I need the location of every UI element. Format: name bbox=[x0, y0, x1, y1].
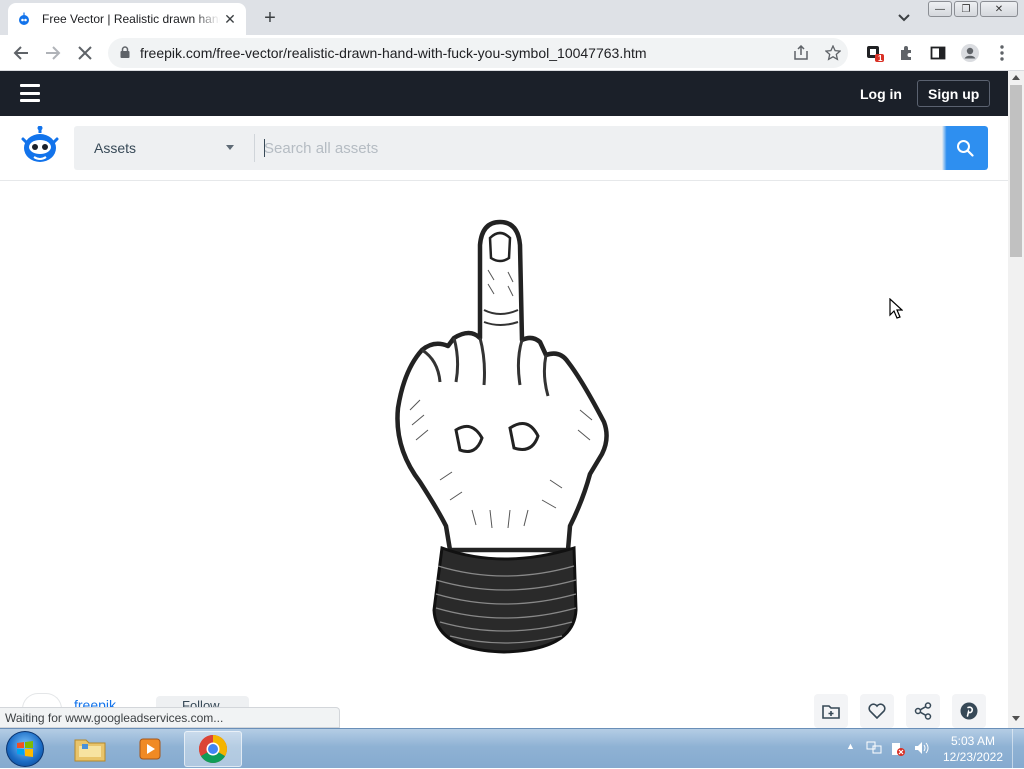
extension-button[interactable]: 1 bbox=[862, 40, 888, 66]
share-nodes-icon bbox=[914, 702, 932, 720]
stop-icon bbox=[78, 46, 92, 60]
extension-badge: 1 bbox=[878, 54, 883, 63]
puzzle-icon bbox=[901, 46, 911, 60]
text-caret bbox=[264, 139, 265, 157]
url-text: freepik.com/free-vector/realistic-drawn-… bbox=[140, 45, 647, 61]
tab-title: Free Vector | Realistic drawn hand wit bbox=[42, 12, 220, 26]
login-button[interactable]: Log in bbox=[852, 81, 910, 107]
folder-icon bbox=[74, 739, 106, 762]
media-player-icon bbox=[139, 738, 161, 760]
profile-avatar-icon bbox=[961, 44, 979, 62]
taskbar-media-player-button[interactable] bbox=[122, 731, 178, 767]
freepik-logo-icon[interactable] bbox=[20, 125, 60, 166]
search-bar: Assets bbox=[74, 126, 988, 170]
add-to-collection-button[interactable] bbox=[814, 694, 848, 728]
search-row: Assets bbox=[0, 116, 1008, 181]
middle-finger-hand-illustration bbox=[395, 219, 609, 654]
bookmark-button[interactable] bbox=[820, 40, 846, 66]
action-center-icon[interactable] bbox=[890, 741, 906, 760]
share-icon bbox=[794, 45, 808, 60]
heart-icon bbox=[868, 703, 886, 719]
search-input[interactable] bbox=[264, 126, 940, 170]
sleeve-cuff bbox=[432, 545, 578, 654]
stop-loading-button[interactable] bbox=[72, 40, 98, 66]
taskbar-chrome-button[interactable] bbox=[184, 731, 242, 767]
browser-tab-strip: Free Vector | Realistic drawn hand wit ✕… bbox=[0, 0, 1024, 35]
windows-logo-icon bbox=[17, 741, 33, 757]
start-button[interactable] bbox=[6, 731, 44, 767]
forward-button[interactable] bbox=[40, 40, 66, 66]
browser-toolbar: freepik.com/free-vector/realistic-drawn-… bbox=[0, 35, 1024, 71]
show-hidden-icons-button[interactable]: ▲ bbox=[846, 741, 855, 751]
folder-plus-icon bbox=[822, 705, 840, 719]
like-button[interactable] bbox=[860, 694, 894, 728]
restore-button[interactable]: ❐ bbox=[954, 1, 978, 17]
profile-button[interactable] bbox=[957, 40, 983, 66]
mouse-cursor-icon bbox=[889, 297, 904, 323]
freepik-favicon-icon bbox=[16, 11, 32, 27]
network-icon[interactable] bbox=[866, 741, 882, 758]
side-panel-icon bbox=[930, 46, 946, 60]
scroll-down-arrow-icon[interactable] bbox=[1012, 716, 1020, 721]
search-submit-button[interactable] bbox=[942, 126, 988, 170]
page-scrollbar[interactable] bbox=[1008, 71, 1024, 728]
pinterest-button[interactable] bbox=[952, 694, 986, 728]
share-button[interactable] bbox=[788, 40, 814, 66]
minimize-button[interactable]: — bbox=[928, 1, 952, 17]
lock-icon bbox=[120, 45, 130, 61]
star-icon bbox=[825, 45, 841, 61]
windows-taskbar: ▲ 5:03 AM 12/23/2022 bbox=[0, 728, 1024, 769]
search-icon bbox=[957, 140, 974, 157]
close-window-button[interactable]: ✕ bbox=[980, 1, 1018, 17]
browser-menu-button[interactable] bbox=[989, 40, 1015, 66]
chrome-icon bbox=[199, 735, 227, 763]
caret-down-icon bbox=[226, 145, 234, 150]
scroll-up-arrow-icon[interactable] bbox=[1012, 75, 1020, 80]
new-tab-button[interactable]: + bbox=[258, 6, 282, 30]
signup-button[interactable]: Sign up bbox=[917, 80, 991, 107]
show-desktop-button[interactable] bbox=[1012, 729, 1024, 769]
asset-type-label: Assets bbox=[94, 140, 137, 156]
extensions-menu-button[interactable] bbox=[893, 40, 919, 66]
taskbar-explorer-button[interactable] bbox=[62, 731, 118, 767]
status-bubble: Waiting for www.googleadservices.com... bbox=[0, 707, 340, 728]
hamburger-menu-icon[interactable] bbox=[20, 84, 40, 102]
asset-type-dropdown[interactable]: Assets bbox=[74, 126, 254, 170]
site-header: Log in Sign up bbox=[0, 71, 1008, 116]
volume-icon[interactable] bbox=[914, 741, 930, 758]
scrollbar-thumb[interactable] bbox=[1010, 85, 1022, 257]
tab-close-icon[interactable]: ✕ bbox=[222, 11, 238, 27]
browser-tab[interactable]: Free Vector | Realistic drawn hand wit ✕ bbox=[8, 3, 246, 35]
back-arrow-icon bbox=[13, 46, 28, 60]
vector-preview-image[interactable] bbox=[380, 210, 620, 660]
tab-search-button[interactable] bbox=[894, 8, 914, 28]
kebab-menu-icon bbox=[1000, 45, 1004, 61]
system-clock[interactable]: 5:03 AM 12/23/2022 bbox=[938, 733, 1008, 765]
back-button[interactable] bbox=[8, 40, 34, 66]
address-bar[interactable]: freepik.com/free-vector/realistic-drawn-… bbox=[108, 38, 848, 68]
share-resource-button[interactable] bbox=[906, 694, 940, 728]
search-divider bbox=[254, 134, 255, 162]
clock-time: 5:03 AM bbox=[950, 734, 996, 748]
clock-date: 12/23/2022 bbox=[942, 750, 1004, 764]
forward-arrow-icon bbox=[46, 46, 61, 60]
pinterest-icon bbox=[960, 702, 978, 720]
side-panel-button[interactable] bbox=[925, 40, 951, 66]
